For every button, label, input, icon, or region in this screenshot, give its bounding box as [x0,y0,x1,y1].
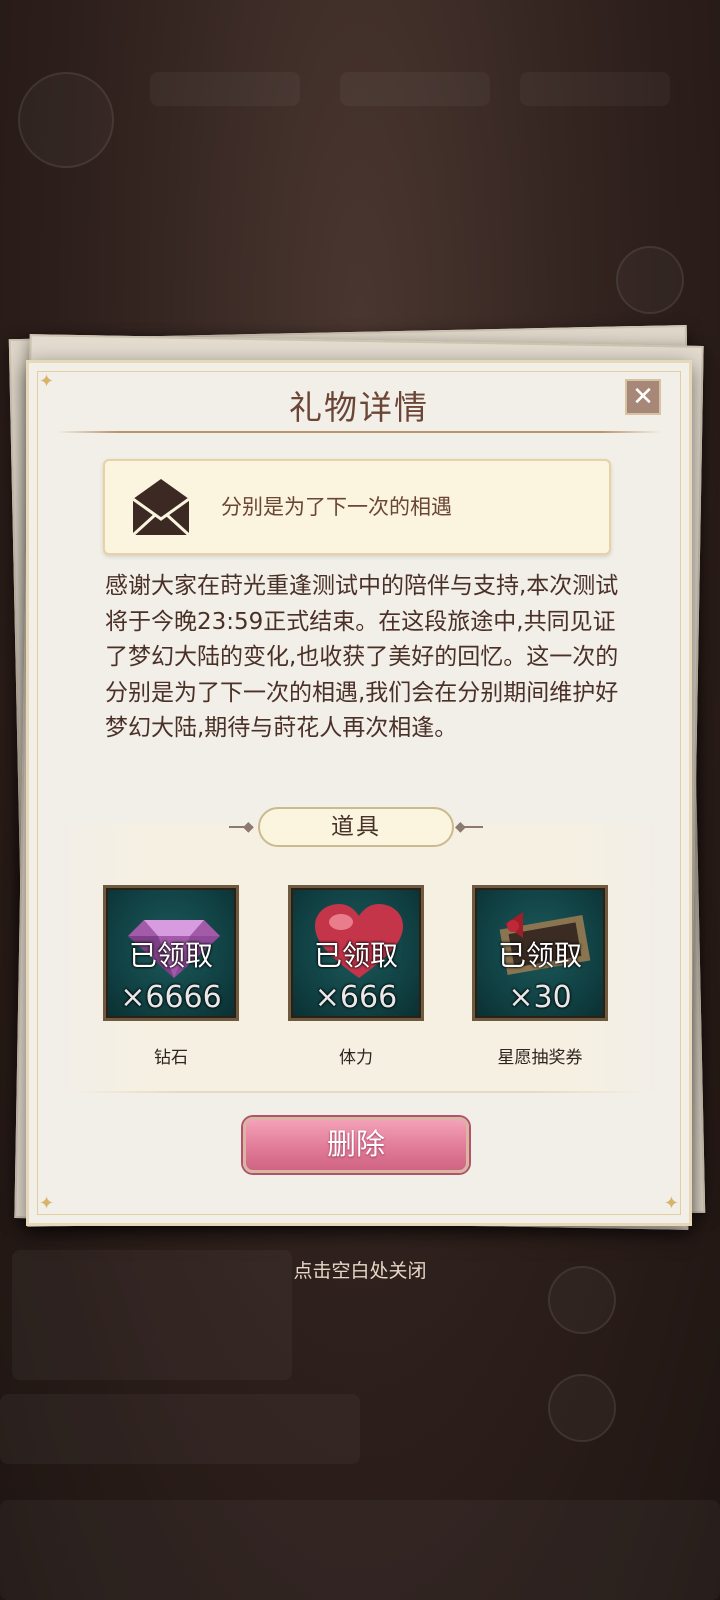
item-frame: 已领取 ×30 [472,885,608,1021]
currency-bar-3 [520,72,670,106]
item-frame: 已领取 ×6666 [103,885,239,1021]
claimed-label: 已领取 [128,939,213,972]
item-name: 体力 [339,1048,373,1068]
bottom-nav-bg [0,1500,720,1600]
reward-item-stamina[interactable]: 已领取 ×666 体力 [288,885,424,1068]
item-count: ×666 [314,980,398,1015]
currency-bar-2 [340,72,490,106]
diamond-deco-icon: ◆ [243,819,254,835]
close-icon: ✕ [632,382,654,412]
mail-button-bg [616,246,684,314]
mail-subject: 分别是为了下一次的相遇 [221,495,452,519]
claimed-label: 已领取 [497,939,582,972]
item-count: ×30 [508,980,572,1015]
corner-star-icon: ✦ [663,1193,679,1214]
player-avatar [18,72,114,168]
envelope-icon [131,479,191,537]
items-section-label: 道具 [258,807,454,847]
claimed-label: 已领取 [313,939,398,972]
mail-subject-box: 分别是为了下一次的相遇 [103,459,611,555]
reward-item-wish-ticket[interactable]: 已领取 ×30 星愿抽奖券 [472,885,608,1068]
item-count: ×6666 [120,980,222,1015]
item-name: 钻石 [154,1048,188,1068]
delete-button[interactable]: 删除 [243,1117,469,1173]
close-button[interactable]: ✕ [625,379,661,415]
mail-body[interactable]: 感谢大家在莳光重逢测试中的陪伴与支持,本次测试将于今晚23:59正式结束。在这段… [105,569,625,793]
tap-to-close-hint[interactable]: 点击空白处关闭 [0,1256,720,1283]
dialog-title: 礼物详情 [289,388,429,427]
gift-detail-dialog: ✦ ✦ ✦ 礼物详情 ✕ 分别是为了下一次的相遇 感谢大家在莳光重逢测试中的陪伴… [26,360,692,1226]
title-divider [57,431,661,433]
diamond-deco-icon: ◆ [455,819,466,835]
task-bar-bg [0,1394,360,1464]
reward-item-diamond[interactable]: 已领取 ×6666 钻石 [103,885,239,1068]
currency-bar-1 [150,72,300,106]
side-button-bg-2 [548,1374,616,1442]
item-name: 星愿抽奖券 [497,1048,583,1068]
item-frame: 已领取 ×666 [288,885,424,1021]
corner-star-icon: ✦ [39,1193,55,1214]
